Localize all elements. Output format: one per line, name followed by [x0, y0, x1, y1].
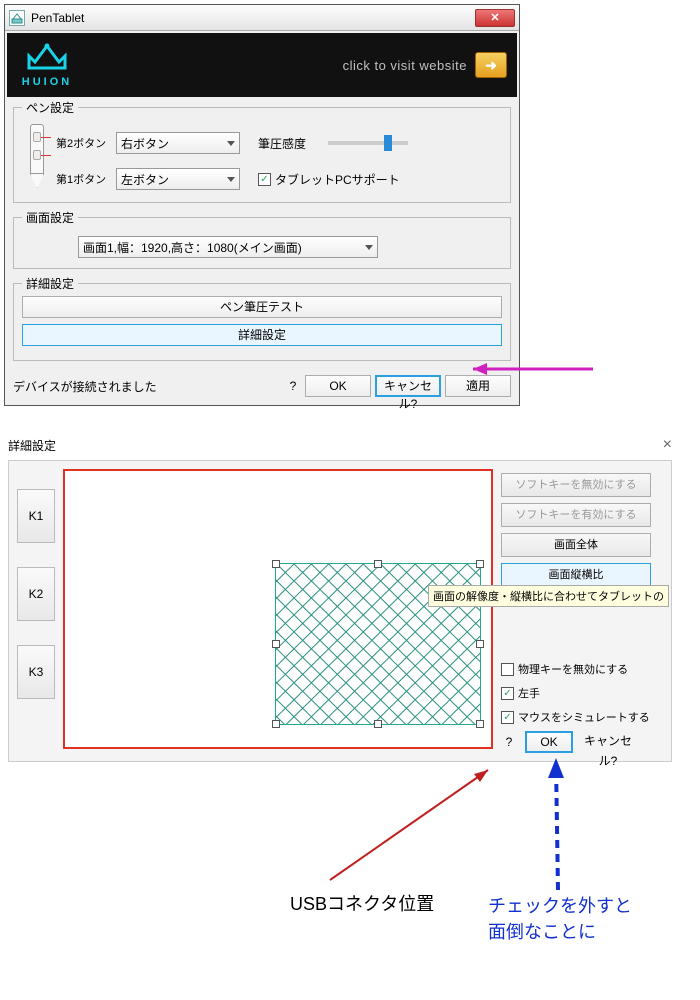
key-k1[interactable]: K1 — [17, 489, 55, 543]
aspect-tooltip: 画面の解像度・縦横比に合わせてタブレットの — [428, 585, 669, 607]
arrow-right-icon: ➜ — [485, 57, 497, 74]
physkey-disable-checkbox[interactable] — [501, 663, 514, 676]
ok-button[interactable]: OK — [305, 375, 371, 397]
close-button[interactable]: ✕ — [475, 9, 515, 27]
check-annotation-2: 面倒なことに — [488, 918, 596, 944]
key-k3[interactable]: K3 — [17, 645, 55, 699]
softkey-disable-button[interactable]: ソフトキーを無効にする — [501, 473, 651, 497]
help-button[interactable]: ? — [285, 379, 301, 393]
advanced-settings-legend: 詳細設定 — [22, 275, 78, 292]
softkey-enable-button[interactable]: ソフトキーを有効にする — [501, 503, 651, 527]
check-annotation-1: チェックを外すと — [488, 892, 632, 918]
key-k2[interactable]: K2 — [17, 567, 55, 621]
simulate-mouse-label: マウスをシミュレートする — [518, 709, 650, 725]
logo-text: HUION — [22, 76, 72, 88]
left-hand-label: 左手 — [518, 685, 540, 701]
pen-settings-group: ペン設定 第2ボタン 右ボタン 筆圧感度 — [13, 99, 511, 203]
app-icon — [9, 10, 25, 26]
pen-diagram — [22, 124, 52, 194]
left-hand-checkbox[interactable]: ✓ — [501, 687, 514, 700]
button1-select[interactable]: 左ボタン — [116, 168, 240, 190]
annotation-layer: USBコネクタ位置 チェックを外すと 面倒なことに — [0, 770, 680, 930]
screen-select[interactable]: 画面1,幅：1920,高さ：1080(メイン画面) — [78, 236, 378, 258]
brand-banner: HUION click to visit website ➜ — [7, 33, 517, 97]
tablet-area[interactable] — [63, 469, 493, 749]
screen-settings-legend: 画面設定 — [22, 209, 78, 226]
full-screen-button[interactable]: 画面全体 — [501, 533, 651, 557]
advanced-settings-group: 詳細設定 ペン筆圧テスト 詳細設定 — [13, 275, 511, 361]
physkey-disable-label: 物理キーを無効にする — [518, 661, 628, 677]
tablet-pc-label: タブレットPCサポート — [275, 171, 400, 188]
button2-label: 第2ボタン — [56, 135, 110, 151]
screen-settings-group: 画面設定 画面1,幅：1920,高さ：1080(メイン画面) — [13, 209, 511, 269]
titlebar[interactable]: PenTablet ✕ — [5, 5, 519, 31]
simulate-mouse-checkbox[interactable]: ✓ — [501, 711, 514, 724]
usb-annotation: USBコネクタ位置 — [290, 890, 434, 916]
dialog-close-button[interactable]: × — [663, 436, 672, 454]
advanced-dialog: 詳細設定 × K1 K2 K3 — [0, 436, 680, 770]
right-panel: ソフトキーを無効にする ソフトキーを有効にする 画面全体 画面縦横比 物理キーを… — [501, 469, 651, 753]
aspect-ratio-button[interactable]: 画面縦横比 — [501, 563, 651, 587]
tablet-pc-checkbox[interactable]: ✓ — [258, 173, 271, 186]
pen-pressure-test-button[interactable]: ペン筆圧テスト — [22, 296, 502, 318]
cancel-button[interactable]: キャンセル? — [375, 375, 441, 397]
button1-label: 第1ボタン — [56, 171, 110, 187]
dialog-title: 詳細設定 — [8, 437, 56, 454]
visit-website-text: click to visit website — [343, 58, 467, 73]
magenta-arrow-annotation — [473, 359, 673, 379]
window-title: PenTablet — [31, 11, 475, 25]
huion-logo: HUION — [17, 42, 77, 88]
advanced-settings-button[interactable]: 詳細設定 — [22, 324, 502, 346]
device-status: デバイスが接続されました — [13, 378, 281, 395]
pressure-slider[interactable] — [328, 141, 408, 145]
pressure-label: 筆圧感度 — [258, 135, 306, 152]
button2-select[interactable]: 右ボタン — [116, 132, 240, 154]
express-keys: K1 K2 K3 — [17, 469, 55, 753]
pen-settings-legend: ペン設定 — [22, 99, 78, 116]
pentablet-window: PenTablet ✕ HUION click to visit website… — [4, 4, 520, 406]
visit-website-button[interactable]: ➜ — [475, 52, 507, 78]
